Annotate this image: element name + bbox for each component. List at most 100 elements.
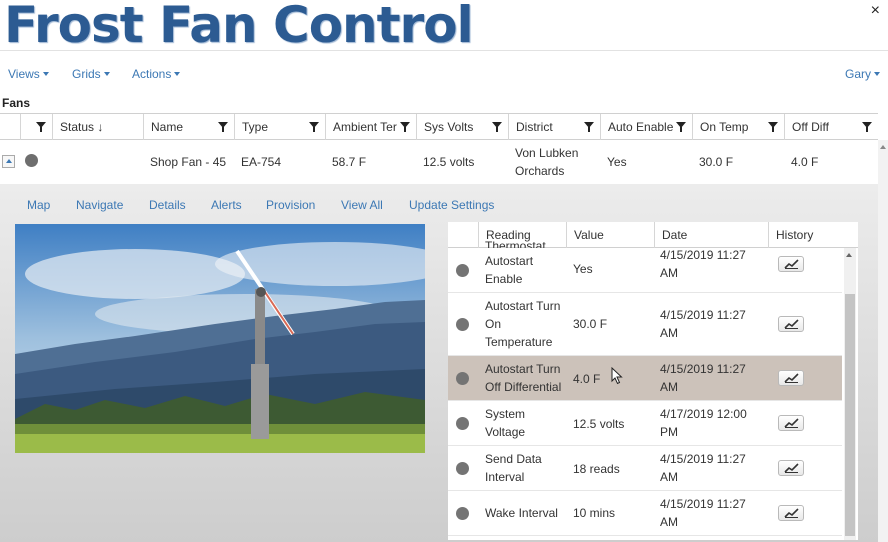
column-header-label: District xyxy=(516,120,553,134)
reading-label: Send Data Interval xyxy=(485,452,542,484)
cell-district: Von Lubken Orchards xyxy=(508,140,578,184)
details-link[interactable]: Details xyxy=(149,198,186,212)
reading-label: Wake Interval xyxy=(485,506,558,520)
column-header-label: Name xyxy=(151,120,184,134)
status-filter-header[interactable] xyxy=(20,114,52,140)
caret-down-icon xyxy=(874,72,881,76)
reading-date: 4/15/2019 11:27 AM xyxy=(660,497,746,529)
chart-line-icon xyxy=(784,463,799,473)
reading-date: 4/17/2019 12:00 PM xyxy=(660,407,747,439)
app-title: Frost Fan Control xyxy=(4,0,474,54)
history-button[interactable] xyxy=(778,256,804,272)
reading-value: Yes xyxy=(573,262,593,276)
column-header-on-temp[interactable]: On Temp xyxy=(692,114,784,140)
reading-date: 4/15/2019 11:27 AM xyxy=(660,248,746,280)
expander-column-header xyxy=(0,114,20,140)
scroll-up-icon[interactable] xyxy=(846,253,852,257)
row-expand-toggle[interactable] xyxy=(2,155,15,168)
history-button[interactable] xyxy=(778,316,804,332)
filter-icon[interactable] xyxy=(309,122,319,132)
filter-icon[interactable] xyxy=(676,122,686,132)
readings-col-history[interactable]: History xyxy=(768,222,842,248)
views-menu-label: Views xyxy=(8,67,40,81)
scroll-up-icon[interactable] xyxy=(880,145,886,149)
filter-icon[interactable] xyxy=(218,122,228,132)
reading-row[interactable]: Wake Interval 10 mins 4/15/2019 11:27 AM xyxy=(448,491,842,536)
readings-scroll-thumb[interactable] xyxy=(845,294,855,536)
reading-value: 18 reads xyxy=(573,462,620,476)
sort-desc-icon: ↓ xyxy=(97,120,104,134)
column-header-district[interactable]: District xyxy=(508,114,600,140)
column-header-label: Auto Enable xyxy=(608,120,674,134)
cell-off-diff: 4.0 F xyxy=(791,155,819,169)
history-button[interactable] xyxy=(778,415,804,431)
navigate-link[interactable]: Navigate xyxy=(76,198,123,212)
history-button[interactable] xyxy=(778,505,804,521)
alerts-link[interactable]: Alerts xyxy=(211,198,242,212)
reading-value: 30.0 F xyxy=(573,317,608,331)
cell-type: EA-754 xyxy=(241,155,282,169)
table-row[interactable]: Shop Fan - 45 EA-754 58.7 F 12.5 volts V… xyxy=(0,140,878,184)
chart-line-icon xyxy=(784,508,799,518)
readings-col-date[interactable]: Date xyxy=(654,222,768,248)
filter-icon[interactable] xyxy=(862,122,872,132)
user-menu[interactable]: Gary xyxy=(845,67,881,81)
reading-status-icon xyxy=(456,417,469,430)
filter-icon[interactable] xyxy=(492,122,502,132)
views-menu[interactable]: Views xyxy=(8,67,49,81)
user-menu-label: Gary xyxy=(845,67,872,81)
reading-row[interactable]: Send Data Interval 18 reads 4/15/2019 11:… xyxy=(448,446,842,491)
column-header-label: On Temp xyxy=(700,120,749,134)
cell-sys-volts: 12.5 volts xyxy=(423,155,475,169)
cell-name: Shop Fan - 45 xyxy=(150,155,227,169)
actions-menu-label: Actions xyxy=(132,67,172,81)
column-header-label: Status xyxy=(60,120,95,134)
menu-bar: Views Grids Actions Gary xyxy=(0,50,888,94)
reading-date: 4/15/2019 11:27 AM xyxy=(660,362,746,394)
history-button[interactable] xyxy=(778,460,804,476)
section-title: Fans xyxy=(2,96,31,110)
grid-header: Status ↓ Name Type Ambient Ter Sys Volts… xyxy=(0,113,878,140)
view-all-link[interactable]: View All xyxy=(341,198,383,212)
readings-status-header xyxy=(448,222,478,248)
reading-row[interactable]: Autostart Enable Yes 4/15/2019 11:27 AM xyxy=(448,248,842,293)
close-icon[interactable]: × xyxy=(871,2,880,20)
caret-down-icon xyxy=(103,72,110,76)
column-header-name[interactable]: Name xyxy=(143,114,234,140)
district-line: Orchards xyxy=(515,164,565,178)
reading-status-icon xyxy=(456,318,469,331)
filter-icon[interactable] xyxy=(400,122,410,132)
column-header-label: Sys Volts xyxy=(424,120,474,134)
column-header-status[interactable]: Status ↓ xyxy=(52,114,143,140)
reading-status-icon xyxy=(456,507,469,520)
filter-icon[interactable] xyxy=(36,122,46,132)
actions-menu[interactable]: Actions xyxy=(132,67,181,81)
column-header-label: Ambient Ter xyxy=(333,120,397,134)
update-settings-link[interactable]: Update Settings xyxy=(409,198,494,212)
provision-link[interactable]: Provision xyxy=(266,198,315,212)
column-header-off-diff[interactable]: Off Diff xyxy=(784,114,878,140)
grids-menu[interactable]: Grids xyxy=(72,67,110,81)
column-header-label: Off Diff xyxy=(792,120,829,134)
map-link[interactable]: Map xyxy=(27,198,50,212)
reading-row[interactable]: System Voltage 12.5 volts 4/17/2019 12:00… xyxy=(448,401,842,446)
history-button[interactable] xyxy=(778,370,804,386)
column-header-sys-volts[interactable]: Sys Volts xyxy=(416,114,508,140)
reading-row[interactable]: Autostart Turn Off Differential 4.0 F 4/1… xyxy=(448,356,842,401)
cell-ambient-temp: 58.7 F xyxy=(332,155,367,169)
reading-row[interactable]: Autostart Turn On Temperature 30.0 F 4/15/… xyxy=(448,293,842,356)
column-header-auto-enable[interactable]: Auto Enable xyxy=(600,114,692,140)
reading-date: 4/15/2019 11:27 AM xyxy=(660,452,746,484)
fan-photo xyxy=(15,224,425,453)
grid-scrollbar[interactable] xyxy=(878,140,888,542)
partial-reading-label: Thermostat xyxy=(485,239,546,248)
column-header-type[interactable]: Type xyxy=(234,114,325,140)
readings-col-value[interactable]: Value xyxy=(566,222,654,248)
column-header-ambient-temp[interactable]: Ambient Ter xyxy=(325,114,416,140)
district-line: Von Lubken xyxy=(515,146,579,160)
reading-label: System Voltage xyxy=(485,407,526,439)
filter-icon[interactable] xyxy=(584,122,594,132)
grids-menu-label: Grids xyxy=(72,67,101,81)
filter-icon[interactable] xyxy=(768,122,778,132)
column-header-label: Type xyxy=(242,120,269,134)
